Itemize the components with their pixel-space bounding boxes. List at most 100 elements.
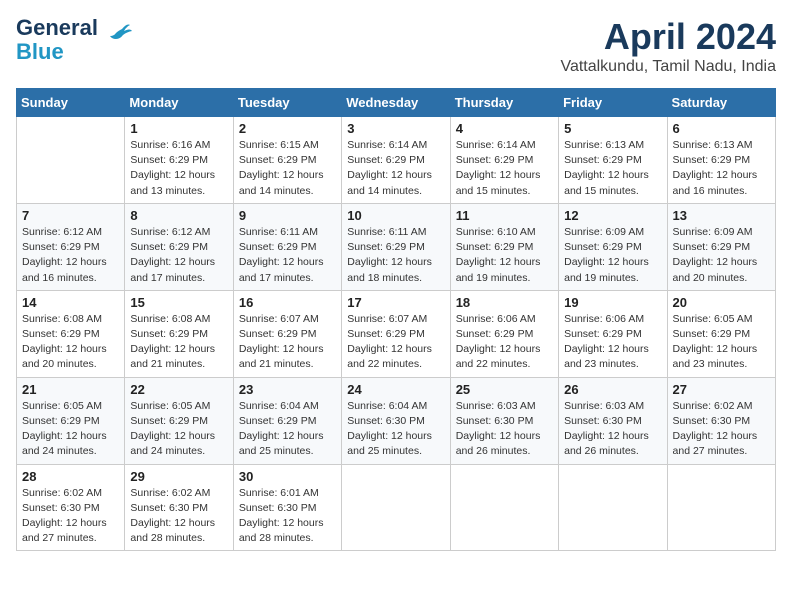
day-number: 7 [22, 208, 119, 223]
day-info: Sunrise: 6:05 AM Sunset: 6:29 PM Dayligh… [22, 399, 119, 460]
day-info: Sunrise: 6:09 AM Sunset: 6:29 PM Dayligh… [564, 225, 661, 286]
day-info: Sunrise: 6:08 AM Sunset: 6:29 PM Dayligh… [22, 312, 119, 373]
day-info: Sunrise: 6:09 AM Sunset: 6:29 PM Dayligh… [673, 225, 770, 286]
day-number: 28 [22, 469, 119, 484]
day-info: Sunrise: 6:02 AM Sunset: 6:30 PM Dayligh… [22, 486, 119, 547]
day-info: Sunrise: 6:12 AM Sunset: 6:29 PM Dayligh… [130, 225, 227, 286]
day-info: Sunrise: 6:13 AM Sunset: 6:29 PM Dayligh… [564, 138, 661, 199]
day-cell [450, 464, 558, 551]
day-info: Sunrise: 6:08 AM Sunset: 6:29 PM Dayligh… [130, 312, 227, 373]
logo-bird-icon [102, 21, 132, 51]
day-number: 11 [456, 208, 553, 223]
day-cell [342, 464, 450, 551]
day-cell: 20Sunrise: 6:05 AM Sunset: 6:29 PM Dayli… [667, 290, 775, 377]
day-cell: 24 Sunrise: 6:04 AM Sunset: 6:30 PM Dayli… [342, 377, 450, 464]
day-info: Sunrise: 6:11 AM Sunset: 6:29 PM Dayligh… [347, 225, 444, 286]
day-number: 17 [347, 295, 444, 310]
logo-text: GeneralBlue [16, 16, 98, 64]
week-row-2: 7 Sunrise: 6:12 AM Sunset: 6:29 PM Daylig… [17, 203, 776, 290]
day-number: 2 [239, 121, 336, 136]
day-cell: 22 Sunrise: 6:05 AM Sunset: 6:29 PM Dayli… [125, 377, 233, 464]
day-cell: 7 Sunrise: 6:12 AM Sunset: 6:29 PM Daylig… [17, 203, 125, 290]
logo-line2: Blue [16, 39, 64, 64]
logo: GeneralBlue [16, 16, 132, 64]
header-row: SundayMondayTuesdayWednesdayThursdayFrid… [17, 89, 776, 117]
day-cell: 1 Sunrise: 6:16 AM Sunset: 6:29 PM Daylig… [125, 117, 233, 204]
week-row-5: 28 Sunrise: 6:02 AM Sunset: 6:30 PM Dayli… [17, 464, 776, 551]
day-number: 23 [239, 382, 336, 397]
day-info: Sunrise: 6:15 AM Sunset: 6:29 PM Dayligh… [239, 138, 336, 199]
day-number: 8 [130, 208, 227, 223]
day-info: Sunrise: 6:01 AM Sunset: 6:30 PM Dayligh… [239, 486, 336, 547]
day-info: Sunrise: 6:12 AM Sunset: 6:29 PM Dayligh… [22, 225, 119, 286]
day-cell [559, 464, 667, 551]
week-row-4: 21 Sunrise: 6:05 AM Sunset: 6:29 PM Dayli… [17, 377, 776, 464]
day-number: 12 [564, 208, 661, 223]
day-info: Sunrise: 6:14 AM Sunset: 6:29 PM Dayligh… [347, 138, 444, 199]
day-number: 14 [22, 295, 119, 310]
day-cell: 28 Sunrise: 6:02 AM Sunset: 6:30 PM Dayli… [17, 464, 125, 551]
day-number: 10 [347, 208, 444, 223]
day-info: Sunrise: 6:06 AM Sunset: 6:29 PM Dayligh… [564, 312, 661, 373]
day-cell: 4 Sunrise: 6:14 AM Sunset: 6:29 PM Daylig… [450, 117, 558, 204]
day-cell: 12 Sunrise: 6:09 AM Sunset: 6:29 PM Dayli… [559, 203, 667, 290]
day-number: 4 [456, 121, 553, 136]
day-info: Sunrise: 6:11 AM Sunset: 6:29 PM Dayligh… [239, 225, 336, 286]
day-number: 29 [130, 469, 227, 484]
day-info: Sunrise: 6:13 AM Sunset: 6:29 PM Dayligh… [673, 138, 770, 199]
header-friday: Friday [559, 89, 667, 117]
day-number: 13 [673, 208, 770, 223]
day-cell: 16 Sunrise: 6:07 AM Sunset: 6:29 PM Dayli… [233, 290, 341, 377]
page-header: GeneralBlue April 2024 Vattalkundu, Tami… [16, 16, 776, 76]
header-thursday: Thursday [450, 89, 558, 117]
day-number: 25 [456, 382, 553, 397]
day-info: Sunrise: 6:02 AM Sunset: 6:30 PM Dayligh… [130, 486, 227, 547]
header-tuesday: Tuesday [233, 89, 341, 117]
day-number: 21 [22, 382, 119, 397]
day-number: 6 [673, 121, 770, 136]
day-cell: 30 Sunrise: 6:01 AM Sunset: 6:30 PM Dayli… [233, 464, 341, 551]
day-cell: 27Sunrise: 6:02 AM Sunset: 6:30 PM Dayli… [667, 377, 775, 464]
day-number: 20 [673, 295, 770, 310]
week-row-1: 1 Sunrise: 6:16 AM Sunset: 6:29 PM Daylig… [17, 117, 776, 204]
day-number: 16 [239, 295, 336, 310]
day-info: Sunrise: 6:05 AM Sunset: 6:29 PM Dayligh… [130, 399, 227, 460]
week-row-3: 14 Sunrise: 6:08 AM Sunset: 6:29 PM Dayli… [17, 290, 776, 377]
day-number: 22 [130, 382, 227, 397]
day-info: Sunrise: 6:07 AM Sunset: 6:29 PM Dayligh… [239, 312, 336, 373]
day-cell: 5Sunrise: 6:13 AM Sunset: 6:29 PM Daylig… [559, 117, 667, 204]
header-monday: Monday [125, 89, 233, 117]
title-area: April 2024 Vattalkundu, Tamil Nadu, Indi… [560, 16, 776, 76]
day-info: Sunrise: 6:04 AM Sunset: 6:30 PM Dayligh… [347, 399, 444, 460]
day-cell: 26Sunrise: 6:03 AM Sunset: 6:30 PM Dayli… [559, 377, 667, 464]
day-info: Sunrise: 6:04 AM Sunset: 6:29 PM Dayligh… [239, 399, 336, 460]
day-cell: 3 Sunrise: 6:14 AM Sunset: 6:29 PM Daylig… [342, 117, 450, 204]
day-info: Sunrise: 6:03 AM Sunset: 6:30 PM Dayligh… [456, 399, 553, 460]
day-cell: 19 Sunrise: 6:06 AM Sunset: 6:29 PM Dayli… [559, 290, 667, 377]
header-saturday: Saturday [667, 89, 775, 117]
day-number: 3 [347, 121, 444, 136]
day-number: 1 [130, 121, 227, 136]
day-cell: 13 Sunrise: 6:09 AM Sunset: 6:29 PM Dayli… [667, 203, 775, 290]
day-cell: 10 Sunrise: 6:11 AM Sunset: 6:29 PM Dayli… [342, 203, 450, 290]
day-number: 18 [456, 295, 553, 310]
day-cell: 11Sunrise: 6:10 AM Sunset: 6:29 PM Dayli… [450, 203, 558, 290]
day-cell: 6 Sunrise: 6:13 AM Sunset: 6:29 PM Daylig… [667, 117, 775, 204]
day-cell: 15Sunrise: 6:08 AM Sunset: 6:29 PM Dayli… [125, 290, 233, 377]
day-cell: 14 Sunrise: 6:08 AM Sunset: 6:29 PM Dayli… [17, 290, 125, 377]
day-number: 9 [239, 208, 336, 223]
day-cell: 9 Sunrise: 6:11 AM Sunset: 6:29 PM Daylig… [233, 203, 341, 290]
day-info: Sunrise: 6:16 AM Sunset: 6:29 PM Dayligh… [130, 138, 227, 199]
day-number: 24 [347, 382, 444, 397]
day-number: 19 [564, 295, 661, 310]
header-sunday: Sunday [17, 89, 125, 117]
day-cell: 29 Sunrise: 6:02 AM Sunset: 6:30 PM Dayli… [125, 464, 233, 551]
day-number: 26 [564, 382, 661, 397]
day-info: Sunrise: 6:14 AM Sunset: 6:29 PM Dayligh… [456, 138, 553, 199]
day-cell: 17Sunrise: 6:07 AM Sunset: 6:29 PM Dayli… [342, 290, 450, 377]
subtitle: Vattalkundu, Tamil Nadu, India [560, 58, 776, 76]
day-cell [17, 117, 125, 204]
day-number: 30 [239, 469, 336, 484]
day-info: Sunrise: 6:02 AM Sunset: 6:30 PM Dayligh… [673, 399, 770, 460]
header-wednesday: Wednesday [342, 89, 450, 117]
